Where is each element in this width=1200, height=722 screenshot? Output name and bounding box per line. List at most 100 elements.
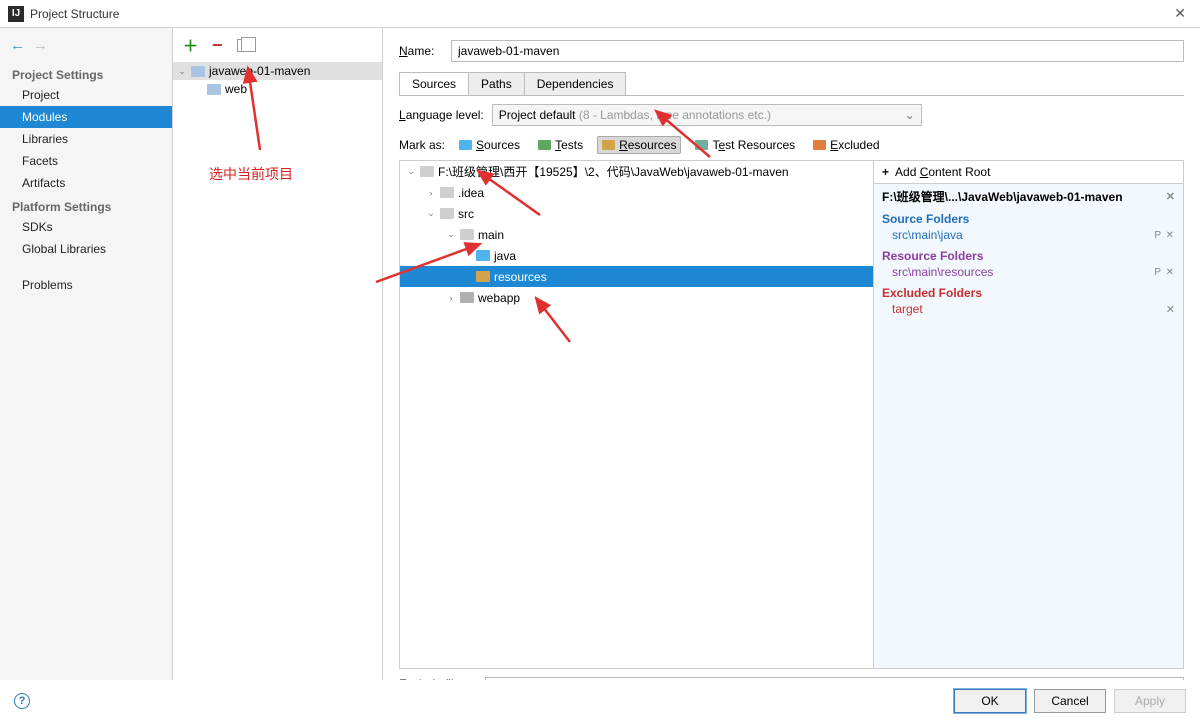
excluded-folder-item[interactable]: target ✕ (874, 301, 1183, 320)
cancel-button[interactable]: Cancel (1034, 689, 1106, 713)
sidebar-item-artifacts[interactable]: Artifacts (0, 172, 172, 194)
module-name-input[interactable] (451, 40, 1184, 62)
titlebar: IJ Project Structure ✕ (0, 0, 1200, 28)
folder-label: resources (494, 270, 547, 284)
resource-folders-heading: Resource Folders (874, 246, 1183, 264)
tests-swatch-icon (538, 140, 551, 150)
chevron-down-icon: ⌄ (406, 166, 416, 177)
intellij-icon: IJ (8, 6, 24, 22)
dialog-footer: ? OK Cancel Apply (0, 680, 1200, 722)
remove-module-icon[interactable]: − (212, 35, 223, 56)
name-label: Name: (399, 44, 441, 58)
close-icon[interactable]: ✕ (1168, 5, 1192, 22)
folder-label: java (494, 249, 516, 263)
chevron-right-icon: › (426, 188, 436, 198)
module-tabs: Sources Paths Dependencies (399, 72, 1184, 96)
folder-label: webapp (478, 291, 520, 305)
module-root-label: javaweb-01-maven (209, 64, 310, 78)
mark-as-label: Mark as: (399, 138, 445, 152)
test-resources-swatch-icon (695, 140, 708, 150)
source-folders-heading: Source Folders (874, 209, 1183, 227)
excluded-folders-heading: Excluded Folders (874, 283, 1183, 301)
tab-dependencies[interactable]: Dependencies (524, 72, 627, 95)
module-row-web[interactable]: web (173, 80, 382, 98)
settings-sidebar: ← → Project Settings Project Modules Lib… (0, 28, 173, 722)
module-child-label: web (225, 82, 247, 96)
sidebar-item-libraries[interactable]: Libraries (0, 128, 172, 150)
sidebar-item-global-libraries[interactable]: Global Libraries (0, 238, 172, 260)
mark-sources-button[interactable]: Sources (455, 137, 524, 153)
chevron-right-icon: › (446, 293, 456, 303)
edit-props-icon[interactable]: P ✕ (1154, 230, 1175, 241)
sidebar-item-problems[interactable]: Problems (0, 274, 172, 296)
folder-java-row[interactable]: java (400, 245, 873, 266)
mark-as-row: Mark as: Sources Tests Resources Test Re… (399, 136, 1184, 154)
folder-icon (460, 229, 474, 240)
module-folder-icon (207, 84, 221, 95)
language-level-select[interactable]: Project default (8 - Lambdas, type annot… (492, 104, 922, 126)
mark-resources-button[interactable]: Resources (597, 136, 681, 154)
module-row-root[interactable]: ⌄ javaweb-01-maven (173, 62, 382, 80)
chevron-down-icon: ⌄ (426, 208, 436, 219)
chevron-down-icon: ⌄ (905, 108, 915, 122)
module-tree-panel: ＋ − ⌄ javaweb-01-maven web 选中当前项目 (173, 28, 383, 722)
section-header-platform: Platform Settings (12, 200, 172, 214)
folder-label: src (458, 207, 474, 221)
folder-main-row[interactable]: ⌄ main (400, 224, 873, 245)
annotation-select-project: 选中当前项目 (209, 164, 293, 184)
remove-root-icon[interactable]: ✕ (1166, 190, 1175, 203)
remove-folder-icon[interactable]: ✕ (1166, 303, 1175, 316)
tab-paths[interactable]: Paths (468, 72, 525, 95)
folder-root-row[interactable]: ⌄ F:\班级管理\西开【19525】\2、代码\JavaWeb\javaweb… (400, 161, 873, 182)
ok-button[interactable]: OK (954, 689, 1026, 713)
sidebar-item-facets[interactable]: Facets (0, 150, 172, 172)
resource-folder-icon (476, 271, 490, 282)
section-header-project: Project Settings (12, 68, 172, 82)
folder-label: main (478, 228, 504, 242)
language-level-hint: (8 - Lambdas, type annotations etc.) (579, 108, 771, 122)
mark-tests-button[interactable]: Tests (534, 137, 587, 153)
language-level-value: Project default (499, 108, 576, 122)
apply-button[interactable]: Apply (1114, 689, 1186, 713)
module-detail-pane: Name: Sources Paths Dependencies Languag… (383, 28, 1200, 722)
folder-webapp-row[interactable]: › webapp (400, 287, 873, 308)
content-root-path[interactable]: F:\班级管理\...\JavaWeb\javaweb-01-maven ✕ (874, 184, 1183, 209)
excluded-folder-path: target (892, 302, 923, 316)
source-folder-item[interactable]: src\main\javaP ✕ (874, 227, 1183, 246)
resource-folder-item[interactable]: src\main\resources P ✕ (874, 264, 1183, 283)
source-folder-icon (476, 250, 490, 261)
help-icon[interactable]: ? (14, 693, 30, 709)
folder-src-row[interactable]: ⌄ src (400, 203, 873, 224)
content-root-panel: + Add Content Root F:\班级管理\...\JavaWeb\j… (873, 161, 1183, 668)
folder-root-label: F:\班级管理\西开【19525】\2、代码\JavaWeb\javaweb-0… (438, 163, 789, 180)
sources-swatch-icon (459, 140, 472, 150)
source-folder-tree[interactable]: ⌄ F:\班级管理\西开【19525】\2、代码\JavaWeb\javaweb… (400, 161, 873, 668)
folder-resources-row[interactable]: resources (400, 266, 873, 287)
add-module-icon[interactable]: ＋ (183, 35, 198, 56)
folder-icon (440, 208, 454, 219)
sidebar-item-project[interactable]: Project (0, 84, 172, 106)
sidebar-item-modules[interactable]: Modules (0, 106, 172, 128)
module-folder-icon (191, 66, 205, 77)
folder-icon (460, 292, 474, 303)
chevron-down-icon: ⌄ (446, 229, 456, 240)
mark-test-resources-button[interactable]: Test Resources (691, 137, 799, 153)
excluded-swatch-icon (813, 140, 826, 150)
chevron-down-icon: ⌄ (177, 66, 187, 77)
sidebar-item-sdks[interactable]: SDKs (0, 216, 172, 238)
tab-sources[interactable]: Sources (399, 72, 469, 95)
resource-folder-path: src\main\resources (892, 265, 993, 279)
language-level-label: Language level: (399, 108, 484, 122)
folder-label: .idea (458, 186, 484, 200)
back-arrow-icon[interactable]: ← (10, 37, 25, 54)
folder-icon (420, 166, 434, 177)
content-root-path-label: F:\班级管理\...\JavaWeb\javaweb-01-maven (882, 188, 1123, 205)
plus-icon: + (882, 165, 889, 179)
copy-module-icon[interactable] (237, 39, 250, 52)
add-content-root-button[interactable]: + Add Content Root (874, 161, 1183, 184)
forward-arrow-icon[interactable]: → (33, 37, 48, 54)
mark-excluded-button[interactable]: Excluded (809, 137, 883, 153)
folder-idea-row[interactable]: › .idea (400, 182, 873, 203)
folder-icon (440, 187, 454, 198)
edit-props-icon[interactable]: P ✕ (1154, 267, 1175, 278)
